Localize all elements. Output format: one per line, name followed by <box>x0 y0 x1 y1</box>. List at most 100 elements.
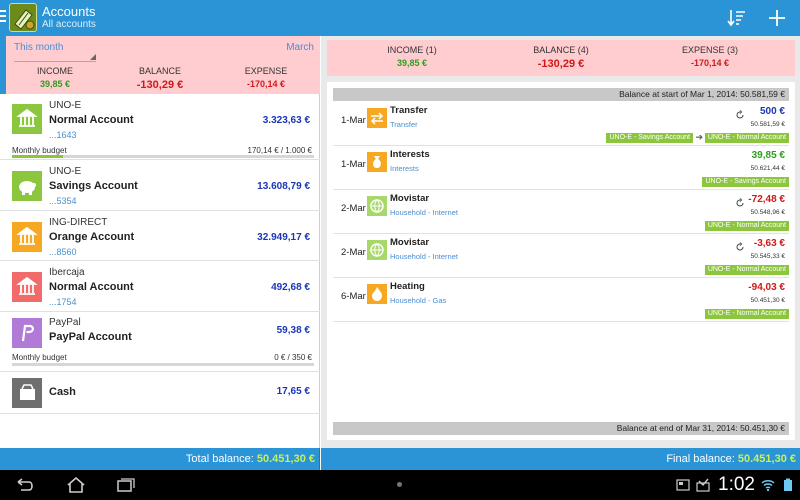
transaction-amount: 500 € <box>759 106 785 117</box>
transaction-date: 1-Mar <box>341 159 366 170</box>
sort-button[interactable] <box>726 7 748 29</box>
source-account-tag: UNO-E - Savings Account <box>606 133 693 143</box>
account-item[interactable]: ING-DIRECT Orange Account ...8560 32.949… <box>0 211 320 261</box>
total-balance-value: 50.451,30 € <box>256 453 315 465</box>
month-summary: INCOME (1) 39,85 € BALANCE (4) -130,29 €… <box>327 40 795 76</box>
expense-summary: EXPENSE -170,14 € <box>221 66 311 89</box>
account-number: ...5354 <box>49 196 77 206</box>
app-logo-icon[interactable] <box>9 3 37 32</box>
transactions-list: Balance at start of Mar 1, 2014: 50.581,… <box>327 82 795 440</box>
budget-label: Monthly budget <box>12 146 67 155</box>
drawer-menu-icon[interactable] <box>0 10 6 24</box>
bank-icon <box>12 104 42 134</box>
running-balance: 50.621,44 € <box>750 165 785 172</box>
account-item[interactable]: PayPal PayPal Account 59,38 € Monthly bu… <box>0 312 320 372</box>
recent-apps-icon[interactable] <box>115 477 135 493</box>
account-item[interactable]: UNO-E Savings Account ...5354 13.608,79 … <box>0 160 320 211</box>
home-icon[interactable] <box>66 477 86 493</box>
screenshot-icon <box>676 479 690 491</box>
income-summary: INCOME (1) 39,85 € <box>357 45 467 68</box>
account-name: PayPal Account <box>49 331 132 343</box>
account-balance: 59,38 € <box>276 325 310 336</box>
account-tag: UNO-E - Normal Account <box>704 221 789 231</box>
transaction-date: 2-Mar <box>341 203 366 214</box>
add-button[interactable] <box>766 7 788 29</box>
balance-summary: BALANCE -130,29 € <box>115 66 205 91</box>
system-navigation-bar: 1:02 <box>0 470 800 500</box>
transaction-row[interactable]: 2-Mar Movistar Household - Internet -3,6… <box>333 234 789 278</box>
period-selector[interactable]: This month <box>14 42 96 62</box>
period-month: March <box>286 42 314 53</box>
recurring-icon <box>736 110 744 119</box>
period-selector-label: This month <box>14 42 64 53</box>
transaction-row[interactable]: 2-Mar Movistar Household - Internet -72,… <box>333 190 789 234</box>
transaction-date: 2-Mar <box>341 247 366 258</box>
account-name: Normal Account <box>49 114 134 126</box>
income-value: 39,85 € <box>39 79 71 89</box>
income-value: 39,85 € <box>396 58 428 68</box>
transaction-title: Transfer <box>390 105 428 116</box>
download-complete-icon <box>696 478 710 492</box>
globe-icon <box>367 240 387 260</box>
wallet-icon <box>12 378 42 408</box>
budget-progress <box>12 155 314 158</box>
arrow-right-icon: ➔ <box>695 132 703 142</box>
transaction-date: 6-Mar <box>341 291 366 302</box>
transaction-category: Household - Internet <box>390 208 458 217</box>
flame-icon <box>367 284 387 304</box>
running-balance: 50.581,59 € <box>750 121 785 128</box>
dropdown-icon <box>90 54 96 60</box>
nav-dot <box>397 482 402 487</box>
transaction-date: 1-Mar <box>341 115 366 126</box>
expense-value: -170,14 € <box>690 58 730 68</box>
budget-progress <box>12 363 314 366</box>
back-icon[interactable] <box>16 477 36 493</box>
account-bank: Ibercaja <box>49 267 85 278</box>
balance-value: -130,29 € <box>537 58 585 70</box>
transaction-title: Movistar <box>390 193 430 204</box>
piggy-bank-icon <box>12 171 42 201</box>
account-bank: UNO-E <box>49 166 82 177</box>
final-balance-footer: Final balance: 50.451,30 € <box>321 448 800 470</box>
wifi-icon <box>761 480 775 492</box>
transaction-amount: -72,48 € <box>748 194 785 205</box>
sort-icon <box>727 10 745 27</box>
account-name: Cash <box>49 386 76 398</box>
transaction-row[interactable]: 6-Mar Heating Household - Gas -94,03 € 5… <box>333 278 789 322</box>
transaction-row[interactable]: 1-Mar Interests Interests 39,85 € 50.621… <box>333 146 789 190</box>
account-number: ...1643 <box>49 130 77 140</box>
running-balance: 50.548,96 € <box>750 209 785 216</box>
transaction-amount: -3,63 € <box>753 238 785 249</box>
budget-progress-fill <box>12 155 64 158</box>
total-balance-footer: Total balance: 50.451,30 € <box>0 448 320 470</box>
expense-label: EXPENSE (3) <box>681 45 739 55</box>
recurring-icon <box>736 198 744 207</box>
account-item[interactable]: Ibercaja Normal Account ...1754 492,68 € <box>0 261 320 312</box>
account-item[interactable]: Cash 17,65 € <box>0 372 320 414</box>
account-name: Orange Account <box>49 231 135 243</box>
account-balance: 17,65 € <box>276 386 310 397</box>
expense-label: EXPENSE <box>244 66 288 76</box>
budget-value: 0 € / 350 € <box>274 353 312 362</box>
account-number: ...1754 <box>49 297 77 307</box>
account-tag: UNO-E - Normal Account <box>704 309 789 319</box>
account-balance: 3.323,63 € <box>262 115 310 126</box>
recurring-icon <box>736 242 744 251</box>
balance-label: BALANCE (4) <box>533 45 589 55</box>
balance-summary: BALANCE (4) -130,29 € <box>506 45 616 70</box>
app-title: Accounts <box>42 4 96 19</box>
transaction-title: Interests <box>390 149 430 160</box>
bank-icon <box>12 272 42 302</box>
account-balance: 32.949,17 € <box>257 232 310 243</box>
account-name: Savings Account <box>49 180 138 192</box>
account-item[interactable]: UNO-E Normal Account ...1643 3.323,63 € … <box>0 94 320 160</box>
period-summary: This month March INCOME 39,85 € BALANCE … <box>0 36 320 94</box>
action-bar: Accounts All accounts <box>0 0 800 36</box>
transaction-row[interactable]: 1-Mar Transfer Transfer 500 € 50.581,59 … <box>333 102 789 146</box>
income-label: INCOME (1) <box>387 45 437 55</box>
running-balance: 50.451,30 € <box>750 297 785 304</box>
accounts-pane: This month March INCOME 39,85 € BALANCE … <box>0 36 320 448</box>
balance-value: -130,29 € <box>136 79 184 91</box>
income-summary: INCOME 39,85 € <box>10 66 100 89</box>
account-bank: UNO-E <box>49 100 82 111</box>
